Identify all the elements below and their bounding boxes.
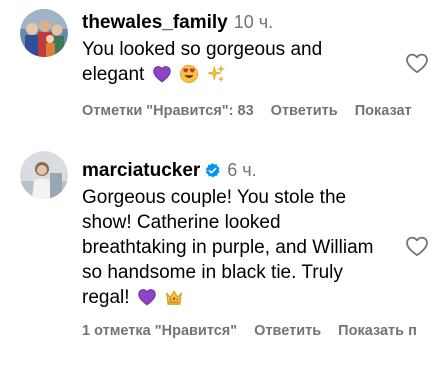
comment-text-line: You looked so gorgeous and: [82, 39, 323, 60]
sparkles-emoji-icon: [206, 64, 226, 84]
username[interactable]: marciatucker: [82, 160, 200, 181]
comment-text-line: elegant: [82, 64, 145, 85]
show-translation-button[interactable]: Показат: [355, 103, 412, 119]
reply-button[interactable]: Ответить: [271, 103, 338, 119]
verified-badge-icon: [204, 162, 221, 179]
avatar-image: [20, 151, 68, 199]
comment-text-line: show! Catherine looked: [82, 212, 281, 233]
comment-actions: 1 отметка "Нравится" Ответить Показать п: [82, 323, 434, 339]
comment-item: marciatucker 6 ч. Gorgeous couple! You st…: [0, 140, 445, 371]
purple-heart-emoji-icon: [137, 287, 157, 307]
comment-actions: Отметки "Нравится": 83 Ответить Показат: [82, 103, 429, 119]
avatar[interactable]: [20, 9, 68, 57]
comment-body: marciatucker 6 ч. Gorgeous couple! You st…: [82, 157, 402, 310]
reply-button[interactable]: Ответить: [254, 323, 321, 339]
comment-header: thewales_family 10 ч.: [82, 9, 402, 36]
like-heart-icon[interactable]: [405, 235, 429, 257]
likes-count-link[interactable]: Отметки "Нравится": 83: [82, 103, 254, 119]
comment-text: Gorgeous couple! You stole the show! Cat…: [82, 185, 402, 310]
comment-text: You looked so gorgeous and elegant: [82, 37, 402, 87]
timestamp[interactable]: 6 ч.: [227, 160, 256, 180]
comment-item: thewales_family 10 ч. You looked so gorge…: [0, 0, 445, 140]
crown-emoji-icon: [164, 287, 184, 307]
like-heart-icon[interactable]: [405, 52, 429, 74]
comment-text-line: regal!: [82, 287, 130, 308]
comment-text-line: breathtaking in purple, and William: [82, 237, 374, 258]
purple-heart-emoji-icon: [152, 64, 172, 84]
comment-header: marciatucker 6 ч.: [82, 157, 402, 184]
comment-body: thewales_family 10 ч. You looked so gorge…: [82, 9, 402, 87]
comment-text-line: Gorgeous couple! You stole the: [82, 187, 347, 208]
username[interactable]: thewales_family: [82, 12, 228, 33]
heart-eyes-emoji-icon: [179, 64, 199, 84]
timestamp[interactable]: 10 ч.: [234, 12, 273, 32]
comment-text-line: so handsome in black tie. Truly: [82, 262, 343, 283]
likes-count-link[interactable]: 1 отметка "Нравится": [82, 323, 237, 339]
avatar[interactable]: [20, 151, 68, 199]
show-translation-button[interactable]: Показать п: [338, 323, 417, 339]
avatar-image: [20, 9, 68, 57]
